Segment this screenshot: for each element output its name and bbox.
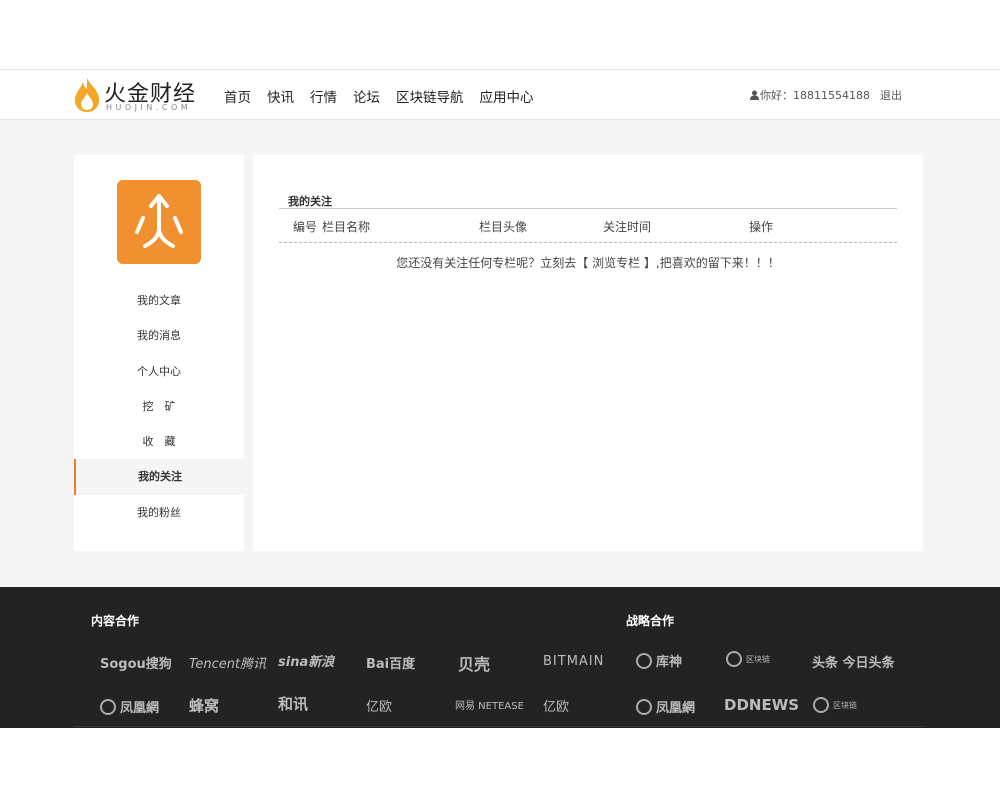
partner-logo[interactable]: BITMAIN (543, 654, 604, 669)
partner-logo[interactable]: Tencent腾讯 (189, 653, 266, 672)
logo-subtext: HUOJIN.COM (106, 103, 192, 112)
sidebar-item-favorites[interactable]: 收 藏 (74, 424, 244, 459)
sidebar-item-fans[interactable]: 我的粉丝 (74, 495, 244, 530)
avatar[interactable] (117, 180, 201, 264)
partner-logo[interactable]: 亿欧 (543, 696, 569, 715)
logout-link[interactable]: 退出 (880, 87, 902, 103)
partner-logo[interactable]: 凤凰網 (636, 697, 695, 716)
column-follow-time: 关注时间 (603, 220, 652, 234)
partner-logo[interactable]: 蜂窝 (189, 695, 219, 716)
partner-logo[interactable]: 区块链 (726, 651, 770, 667)
partner-logos: Sogou搜狗 Tencent腾讯 sina新浪 Bai百度 贝壳 BITMAI… (0, 587, 1000, 728)
main-nav: 首页 快讯 行情 论坛 区块链导航 应用中心 (224, 86, 550, 106)
column-actions: 操作 (749, 220, 774, 234)
shield-icon (636, 652, 652, 669)
sidebar-item-following[interactable]: 我的关注 (74, 459, 244, 495)
phoenix-icon (636, 698, 652, 715)
nav-market[interactable]: 行情 (310, 86, 337, 106)
user-greeting: 你好：18811554188 (760, 89, 870, 102)
partner-logo[interactable]: 和讯 (278, 693, 308, 714)
user-icon (750, 90, 760, 100)
avatar-logo-icon (135, 194, 183, 248)
column-name: 栏目名称 (322, 220, 371, 234)
title-divider (279, 208, 897, 209)
partner-logo[interactable]: 网易 NETEASE (455, 697, 524, 712)
partner-logo[interactable]: 贝壳 (458, 651, 490, 675)
sidebar-item-personal-center[interactable]: 个人中心 (74, 354, 244, 389)
partner-logo[interactable]: sina新浪 (278, 651, 334, 670)
partner-logo[interactable]: 区块链 (813, 697, 857, 713)
column-number: 编号 (293, 220, 318, 234)
bottom-blank (0, 728, 1000, 800)
sidebar-item-mining[interactable]: 挖 矿 (74, 389, 244, 424)
empty-message[interactable]: 您还没有关注任何专栏呢？立刻去【 浏览专栏 】,把喜欢的留下来！！！ (253, 254, 923, 271)
hexagon-icon (813, 697, 829, 713)
site-logo[interactable]: 火金财经 HUOJIN.COM (74, 76, 209, 116)
top-blank (0, 0, 1000, 70)
nav-forum[interactable]: 论坛 (353, 86, 380, 106)
sidebar-item-my-articles[interactable]: 我的文章 (74, 283, 244, 318)
header-divider (279, 242, 897, 243)
nav-app-center[interactable]: 应用中心 (480, 86, 534, 106)
partner-logo[interactable]: Bai百度 (366, 653, 415, 672)
footer: 内容合作 战略合作 Sogou搜狗 Tencent腾讯 sina新浪 Bai百度… (0, 587, 1000, 728)
site-header: 火金财经 HUOJIN.COM 首页 快讯 行情 论坛 区块链导航 应用中心 你… (0, 70, 1000, 120)
partner-logo[interactable]: 头条 今日头条 (812, 652, 895, 671)
flame-icon (75, 78, 99, 112)
partner-logo[interactable]: 库神 (636, 651, 682, 670)
page-title: 我的关注 (288, 195, 332, 208)
content-panel: 我的关注 编号 栏目名称 栏目头像 关注时间 操作 您还没有关注任何专栏呢？立刻… (253, 155, 923, 551)
partner-logo[interactable]: Sogou搜狗 (100, 653, 172, 672)
nav-blockchain-guide[interactable]: 区块链导航 (396, 86, 464, 106)
footer-divider (74, 726, 924, 727)
main-area: 我的文章 我的消息 个人中心 挖 矿 收 藏 我的关注 我的粉丝 我的关注 编号… (0, 120, 1000, 587)
sidebar-menu: 我的文章 我的消息 个人中心 挖 矿 收 藏 我的关注 我的粉丝 (74, 283, 244, 530)
partner-logo[interactable]: 凤凰網 (100, 697, 159, 716)
user-box: 你好：18811554188 退出 (750, 87, 902, 103)
column-avatar: 栏目头像 (479, 220, 528, 234)
table-header: 编号 栏目名称 栏目头像 关注时间 操作 (279, 218, 897, 242)
nav-flash[interactable]: 快讯 (267, 86, 294, 106)
sidebar-item-my-messages[interactable]: 我的消息 (74, 318, 244, 353)
hexagon-icon (726, 651, 742, 667)
phoenix-icon (100, 698, 116, 715)
sidebar: 我的文章 我的消息 个人中心 挖 矿 收 藏 我的关注 我的粉丝 (74, 155, 244, 551)
partner-logo[interactable]: 亿欧 (366, 696, 392, 715)
nav-home[interactable]: 首页 (224, 86, 251, 106)
partner-logo[interactable]: DDNEWS (724, 696, 799, 714)
